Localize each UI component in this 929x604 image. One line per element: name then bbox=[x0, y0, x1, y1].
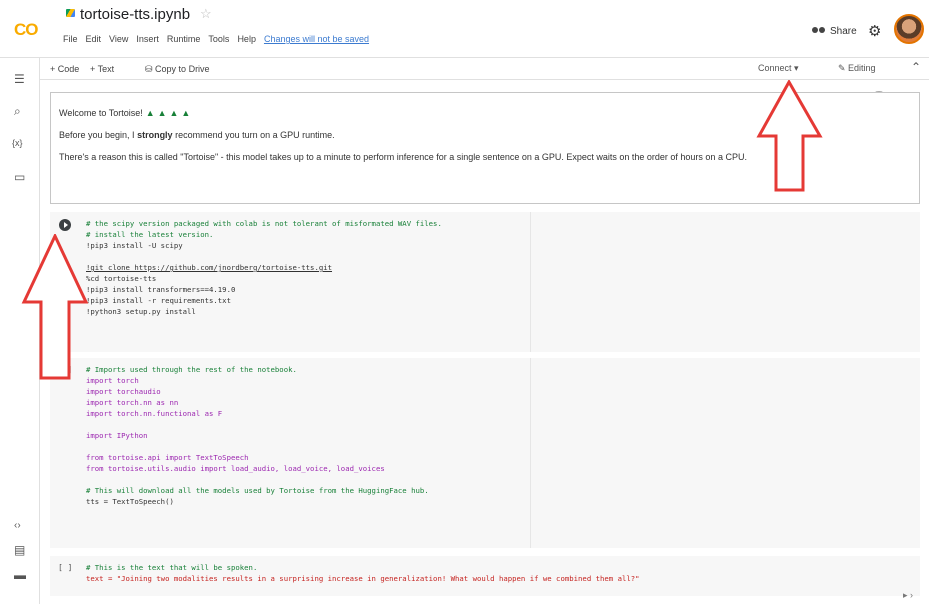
add-text-button[interactable]: + Text bbox=[90, 64, 114, 74]
chevron-up-icon[interactable]: ⌃ bbox=[911, 60, 921, 74]
code-cell-install[interactable]: # the scipy version packaged with colab … bbox=[50, 212, 920, 352]
code-line: %cd tortoise-tts bbox=[86, 274, 157, 283]
code-cell-imports[interactable]: [ ] # Imports used through the rest of t… bbox=[50, 358, 920, 548]
code-line: from tortoise.api import TextToSpeech bbox=[86, 453, 249, 462]
code-line: import torchaudio bbox=[86, 387, 161, 396]
menu-runtime[interactable]: Runtime bbox=[167, 34, 201, 44]
menu-bar: File Edit View Insert Runtime Tools Help… bbox=[63, 34, 369, 44]
code-line: !git clone https://github.com/jnordberg/… bbox=[86, 263, 333, 272]
code-line: from tortoise.utils.audio import load_au… bbox=[86, 464, 385, 473]
code-line: # This is the text that will be spoken. bbox=[86, 563, 258, 572]
terminal-icon[interactable]: ▬ bbox=[14, 568, 26, 582]
copy-to-drive-label: Copy to Drive bbox=[155, 64, 210, 74]
menu-help[interactable]: Help bbox=[237, 34, 256, 44]
tortoise-icons: ▲▲▲▲ bbox=[145, 108, 194, 118]
code-line: # the scipy version packaged with colab … bbox=[86, 219, 442, 228]
colab-logo[interactable]: CO bbox=[14, 20, 38, 40]
menu-edit[interactable]: Edit bbox=[86, 34, 102, 44]
code-block[interactable]: # the scipy version packaged with colab … bbox=[86, 218, 442, 317]
code-line: text = "Joining two modalities results i… bbox=[86, 574, 640, 583]
changes-link[interactable]: Changes will not be saved bbox=[264, 34, 369, 44]
menu-file[interactable]: File bbox=[63, 34, 78, 44]
command-palette-icon[interactable]: ▤ bbox=[14, 543, 25, 557]
code-snippets-icon[interactable]: ‹› bbox=[14, 520, 21, 531]
code-block[interactable]: # Imports used through the rest of the n… bbox=[86, 364, 429, 507]
share-label: Share bbox=[830, 26, 857, 37]
line1-post: recommend you turn on a GPU runtime. bbox=[172, 130, 335, 140]
welcome-text: Welcome to Tortoise! bbox=[59, 108, 143, 118]
menu-view[interactable]: View bbox=[109, 34, 128, 44]
cell-divider bbox=[530, 358, 531, 548]
connect-label: Connect bbox=[758, 63, 792, 73]
code-line: !pip3 install -U scipy bbox=[86, 241, 183, 250]
code-line: # This will download all the models used… bbox=[86, 486, 429, 495]
notebook-title[interactable]: tortoise-tts.ipynb bbox=[80, 6, 190, 23]
drive-icon bbox=[66, 9, 75, 17]
avatar[interactable] bbox=[894, 14, 924, 44]
code-line: import torch.nn.functional as F bbox=[86, 409, 223, 418]
cell-divider bbox=[530, 212, 531, 352]
code-cell-text[interactable]: [ ] # This is the text that will be spok… bbox=[50, 556, 920, 596]
up-arrow-connect-annotation bbox=[756, 80, 823, 192]
run-cell-button[interactable] bbox=[59, 219, 71, 231]
code-line: # install the latest version. bbox=[86, 230, 214, 239]
cell-run-bracket[interactable]: [ ] bbox=[58, 562, 72, 573]
menu-insert[interactable]: Insert bbox=[136, 34, 159, 44]
code-line: !pip3 install -r requirements.txt bbox=[86, 296, 231, 305]
editing-label: Editing bbox=[848, 63, 876, 73]
line1-bold: strongly bbox=[137, 130, 173, 140]
add-code-button[interactable]: + Code bbox=[50, 64, 79, 74]
code-line: import IPython bbox=[86, 431, 148, 440]
drive-copy-icon: ⛁ bbox=[145, 64, 156, 74]
notebook-toolbar: + Code + Text ⛁ Copy to Drive Connect ▾ … bbox=[40, 58, 929, 80]
code-line: import torch bbox=[86, 376, 139, 385]
wait-warning-line: There's a reason this is called "Tortois… bbox=[59, 152, 747, 162]
code-line: import torch.nn as nn bbox=[86, 398, 179, 407]
code-line: !pip3 install transformers==4.19.0 bbox=[86, 285, 236, 294]
people-icon bbox=[812, 26, 826, 37]
pencil-icon: ✎ bbox=[838, 63, 849, 73]
code-line: !python3 setup.py install bbox=[86, 307, 196, 316]
search-icon[interactable]: ⌕ bbox=[14, 104, 21, 119]
editing-button[interactable]: ✎ Editing bbox=[838, 63, 876, 74]
top-bar: CO tortoise-tts.ipynb ☆ File Edit View I… bbox=[0, 0, 929, 58]
copy-to-drive-button[interactable]: ⛁ Copy to Drive bbox=[145, 64, 210, 75]
line1-pre: Before you begin, I bbox=[59, 130, 138, 140]
chevron-down-icon: ▾ bbox=[794, 63, 799, 73]
scroll-indicator: ▸ › bbox=[903, 590, 914, 600]
up-arrow-run-annotation bbox=[21, 234, 89, 380]
connect-button[interactable]: Connect ▾ bbox=[758, 63, 799, 74]
toc-icon[interactable]: ☰ bbox=[14, 72, 25, 86]
variables-icon[interactable]: {x} bbox=[12, 138, 23, 148]
code-line: # Imports used through the rest of the n… bbox=[86, 365, 297, 374]
code-line: tts = TextToSpeech() bbox=[86, 497, 174, 506]
menu-tools[interactable]: Tools bbox=[208, 34, 229, 44]
folder-icon[interactable]: ▭ bbox=[14, 170, 25, 184]
share-button[interactable]: Share bbox=[812, 26, 857, 37]
star-icon[interactable]: ☆ bbox=[200, 6, 212, 22]
code-block[interactable]: # This is the text that will be spoken. t… bbox=[86, 562, 640, 584]
gear-icon[interactable]: ⚙ bbox=[868, 22, 881, 40]
